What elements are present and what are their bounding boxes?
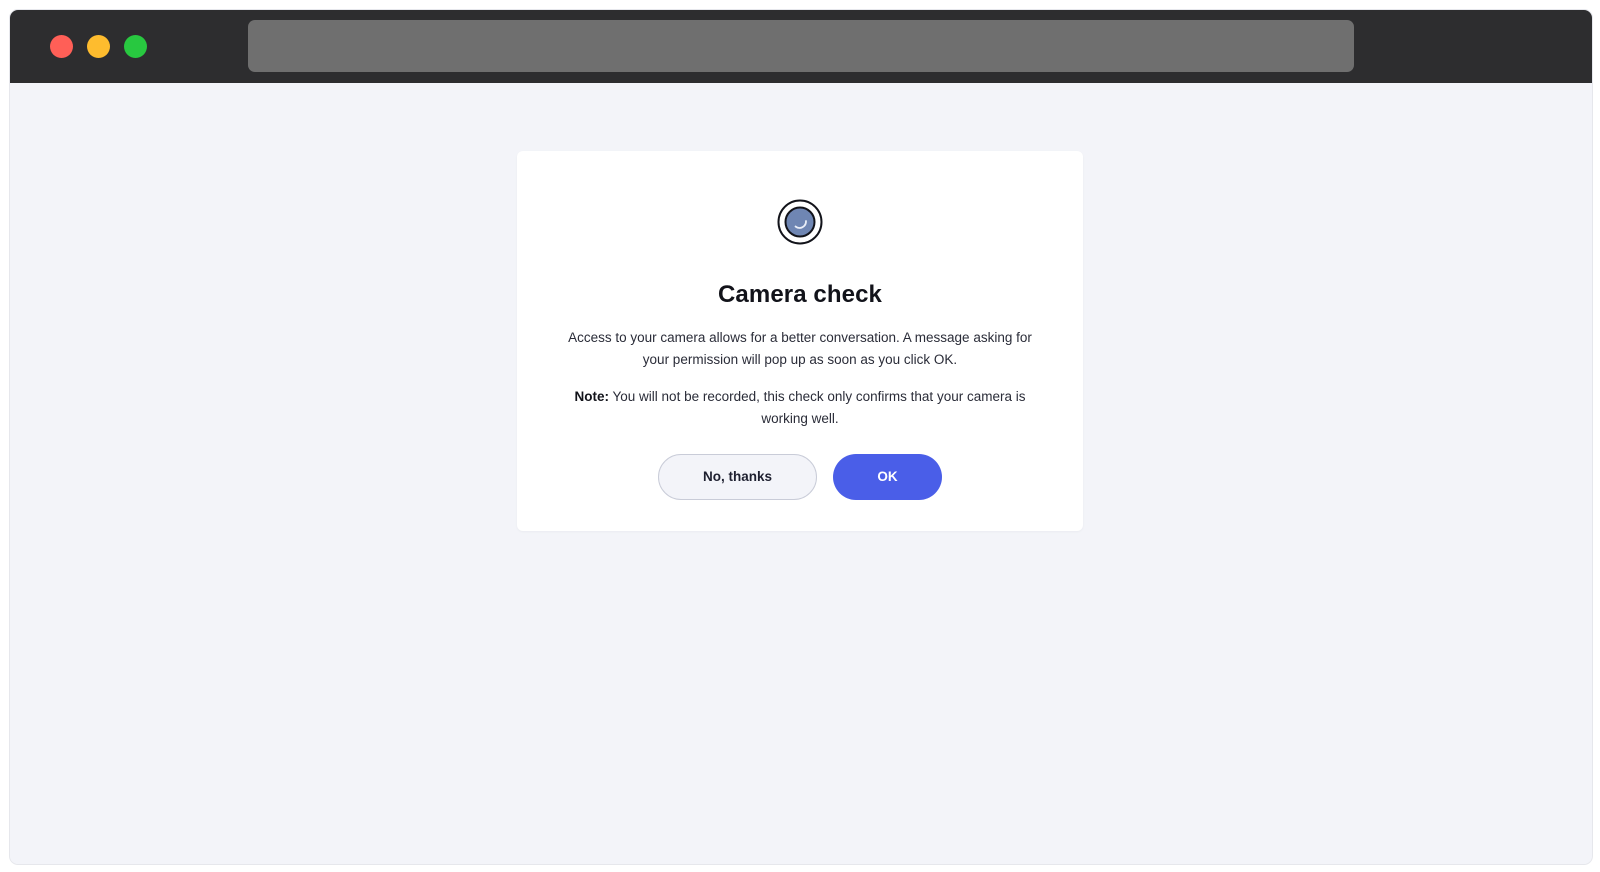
close-window-button[interactable] bbox=[50, 35, 73, 58]
ok-button[interactable]: OK bbox=[833, 454, 942, 500]
note-label: Note: bbox=[574, 389, 610, 404]
address-bar[interactable] bbox=[248, 20, 1354, 72]
maximize-window-button[interactable] bbox=[124, 35, 147, 58]
minimize-window-button[interactable] bbox=[87, 35, 110, 58]
camera-icon bbox=[777, 199, 823, 245]
browser-titlebar bbox=[10, 10, 1592, 83]
note-text: You will not be recorded, this check onl… bbox=[609, 389, 1026, 426]
dialog-note: Note: You will not be recorded, this che… bbox=[557, 386, 1043, 430]
no-thanks-button[interactable]: No, thanks bbox=[658, 454, 817, 500]
browser-window: Camera check Access to your camera allow… bbox=[10, 10, 1592, 864]
dialog-message: Access to your camera allows for a bette… bbox=[568, 330, 1032, 367]
dialog-title: Camera check bbox=[718, 281, 882, 308]
camera-check-dialog: Camera check Access to your camera allow… bbox=[517, 151, 1083, 531]
page-content: Camera check Access to your camera allow… bbox=[10, 83, 1592, 864]
